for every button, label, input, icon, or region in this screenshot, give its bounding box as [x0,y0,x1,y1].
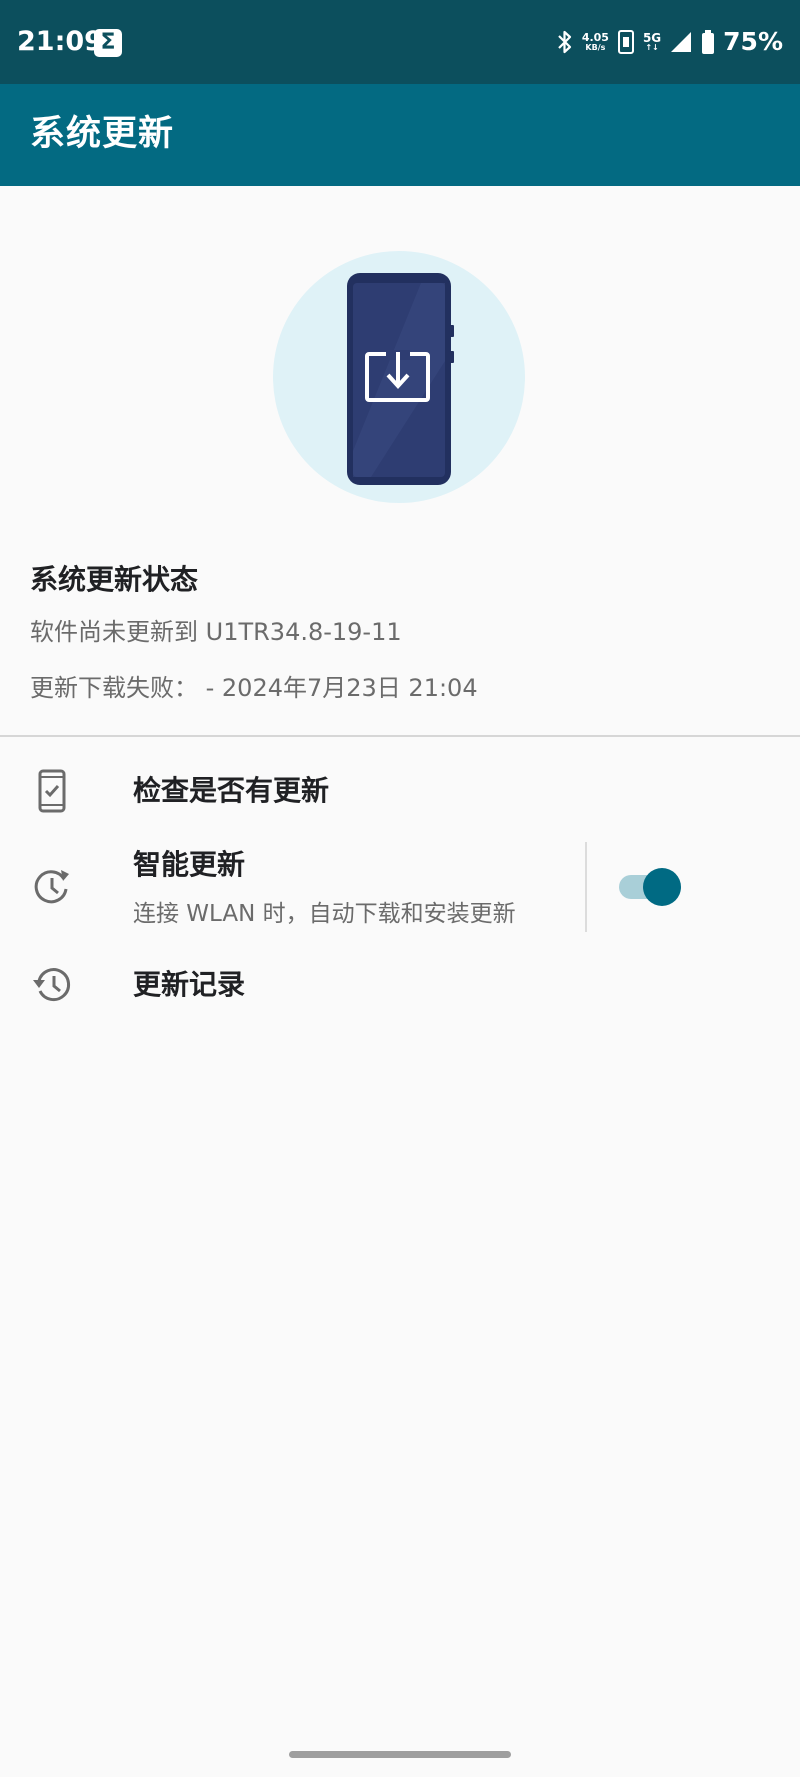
update-history-label: 更新记录 [133,968,246,1001]
app-bar: 系统更新 [0,84,800,186]
smart-update-label: 智能更新 [133,848,246,881]
vertical-divider [585,842,587,932]
smart-update-toggle[interactable] [615,866,685,908]
status-icons: 4.05 KB/s 5G ↑↓ 75% [556,24,783,60]
network-speed-value: 4.05 [581,31,609,44]
update-status-title: 系统更新状态 [30,563,199,596]
update-status-version: 软件尚未更新到 U1TR34.8-19-11 [30,618,402,646]
status-time: 21:09 [17,26,103,57]
battery-percent: 75% [723,27,783,56]
check-update-label: 检查是否有更新 [133,774,330,807]
network-speed-unit: KB/s [585,43,606,52]
network-type: 5G ↑↓ [643,32,661,52]
bluetooth-icon [558,30,571,54]
battery-icon [702,30,715,54]
clock-refresh-icon [34,870,69,904]
home-indicator[interactable] [289,1751,511,1758]
status-bar: 21:09 Σ 4.05 KB/s 5G ↑↓ 75% [0,0,800,84]
smart-update-subtitle: 连接 WLAN 时，自动下载和安装更新 [133,901,516,927]
history-icon [33,968,71,1002]
cell-signal-icon [671,32,692,52]
update-status-failure: 更新下载失败： - 2024年7月23日 21:04 [30,674,478,702]
data-arrows-icon: ↑↓ [645,43,659,52]
sigma-app-icon: Σ [94,29,122,57]
network-speed: 4.05 KB/s [582,32,609,52]
divider [0,735,800,737]
page-title: 系统更新 [30,114,175,154]
sim-card-icon [617,30,634,54]
phone-check-icon [38,769,66,813]
phone-download-illustration [273,251,525,503]
toggle-thumb [643,868,681,906]
